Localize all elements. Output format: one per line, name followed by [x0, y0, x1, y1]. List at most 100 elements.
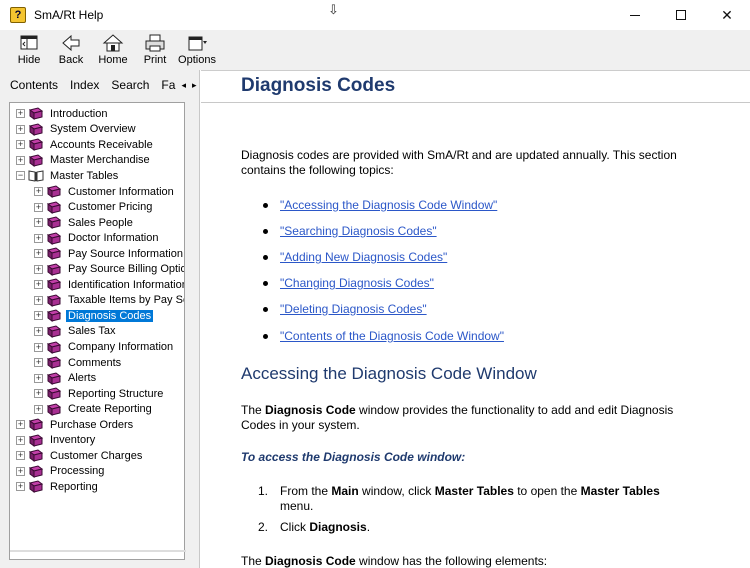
tree-item[interactable]: + Processing — [16, 464, 106, 480]
close-button[interactable]: ✕ — [704, 0, 750, 30]
expand-icon[interactable]: + — [34, 187, 43, 196]
tab-scroll-arrows[interactable]: ◂▸ — [181, 80, 202, 91]
tree-item-label[interactable]: Taxable Items by Pay Sc — [66, 294, 184, 306]
tree-item[interactable]: + Alerts — [34, 370, 98, 386]
expand-icon[interactable]: + — [16, 140, 25, 150]
tree-item[interactable]: + Pay Source Information — [34, 246, 184, 262]
tree-item[interactable]: + Reporting Structure — [34, 386, 165, 402]
tree-item[interactable]: + Diagnosis Codes — [34, 308, 154, 324]
tree-item-label[interactable]: Comments — [66, 357, 123, 369]
expand-icon[interactable]: + — [34, 295, 43, 305]
tree-item-label[interactable]: Inventory — [48, 434, 97, 446]
tree-item[interactable]: + System Overview — [16, 122, 138, 138]
hide-button[interactable]: Hide — [8, 30, 50, 68]
tree-item-label[interactable]: Alerts — [66, 372, 98, 384]
tree-item-label[interactable]: Introduction — [48, 108, 109, 120]
tree-item-label[interactable]: Sales Tax — [66, 325, 118, 337]
tree-item-label[interactable]: Reporting Structure — [66, 388, 165, 400]
expand-icon[interactable]: + — [34, 202, 43, 212]
tree-item-label[interactable]: Customer Pricing — [66, 201, 154, 213]
tab-index[interactable]: Index — [70, 78, 99, 92]
bullet-icon — [263, 255, 271, 263]
tree-item-label[interactable]: Pay Source Information — [66, 248, 184, 260]
expand-icon[interactable]: + — [16, 420, 25, 430]
tab-favorites[interactable]: Fa — [161, 78, 175, 92]
tree-item-label[interactable]: Purchase Orders — [48, 419, 135, 431]
link-accessing[interactable]: "Accessing the Diagnosis Code Window" — [280, 198, 497, 212]
minimize-button[interactable] — [612, 0, 658, 30]
tree-item[interactable]: + Accounts Receivable — [16, 137, 155, 153]
expand-icon[interactable]: + — [34, 280, 43, 290]
expand-icon[interactable]: + — [16, 466, 25, 476]
expand-icon[interactable]: + — [34, 342, 43, 352]
link-contents[interactable]: "Contents of the Diagnosis Code Window" — [280, 329, 504, 343]
tree-item-label[interactable]: Processing — [48, 465, 106, 477]
expand-icon[interactable]: + — [16, 482, 25, 492]
tree-item-label[interactable]: Create Reporting — [66, 403, 154, 415]
tree-item-label[interactable]: System Overview — [48, 123, 138, 135]
expand-icon[interactable]: + — [34, 358, 43, 368]
expand-icon[interactable]: + — [34, 404, 43, 414]
expand-icon[interactable]: + — [34, 264, 43, 274]
expand-icon[interactable]: + — [16, 435, 25, 445]
maximize-button[interactable] — [658, 0, 704, 30]
expand-icon[interactable]: + — [34, 326, 43, 336]
expand-icon[interactable]: + — [34, 233, 43, 243]
tree-item-label[interactable]: Identification Information — [66, 279, 184, 291]
tree-item[interactable]: + Introduction — [16, 106, 109, 122]
printer-icon — [145, 34, 165, 52]
expand-icon[interactable]: + — [16, 451, 25, 461]
tree-item[interactable]: + Comments — [34, 355, 123, 371]
tab-search[interactable]: Search — [111, 78, 149, 92]
expand-icon[interactable]: + — [34, 311, 43, 321]
tree-item[interactable]: + Customer Information — [34, 184, 176, 200]
tree-item-label[interactable]: Doctor Information — [66, 232, 160, 244]
print-label: Print — [143, 54, 167, 66]
link-adding[interactable]: "Adding New Diagnosis Codes" — [280, 250, 447, 264]
tree-item-label[interactable]: Reporting — [48, 481, 100, 493]
tree-item[interactable]: + Company Information — [34, 339, 175, 355]
tree-item[interactable]: + Inventory — [16, 433, 97, 449]
tree-horizontal-scrollbar[interactable] — [10, 550, 186, 552]
tree-item[interactable]: + Sales People — [34, 215, 135, 231]
tree-item[interactable]: + Purchase Orders — [16, 417, 135, 433]
tree-item[interactable]: + Taxable Items by Pay Sc — [34, 293, 184, 309]
tree-item-label[interactable]: Master Tables — [48, 170, 120, 182]
link-deleting[interactable]: "Deleting Diagnosis Codes" — [280, 302, 427, 316]
expand-icon[interactable]: + — [34, 373, 43, 383]
tree-item[interactable]: + Sales Tax — [34, 324, 118, 340]
link-changing[interactable]: "Changing Diagnosis Codes" — [280, 276, 434, 290]
tree-item-label[interactable]: Company Information — [66, 341, 175, 353]
tab-contents[interactable]: Contents — [10, 78, 58, 92]
tree-item[interactable]: + Master Merchandise — [16, 153, 152, 169]
print-button[interactable]: Print — [134, 30, 176, 68]
tree-item[interactable]: + Doctor Information — [34, 230, 160, 246]
tree-item-label[interactable]: Pay Source Billing Optio — [66, 263, 184, 275]
expand-icon[interactable]: + — [34, 218, 43, 228]
tree-item[interactable]: + Create Reporting — [34, 401, 154, 417]
tree-item[interactable]: + Customer Pricing — [34, 199, 154, 215]
tree-item-label[interactable]: Customer Information — [66, 186, 176, 198]
tree-item-label[interactable]: Sales People — [66, 217, 135, 229]
expand-icon[interactable]: + — [34, 389, 43, 399]
book-icon — [28, 154, 44, 167]
tree-item[interactable]: + Reporting — [16, 479, 100, 495]
collapse-icon[interactable]: − — [16, 171, 25, 181]
link-searching[interactable]: "Searching Diagnosis Codes" — [280, 224, 437, 238]
chevron-left-icon[interactable]: ◂ — [181, 80, 192, 90]
tree-item-label[interactable]: Diagnosis Codes — [66, 309, 154, 322]
expand-icon[interactable]: + — [16, 124, 25, 134]
tree-item[interactable]: + Customer Charges — [16, 448, 144, 464]
home-button[interactable]: Home — [92, 30, 134, 68]
tree-item[interactable]: + Identification Information — [34, 277, 184, 293]
tree-item[interactable]: − Master Tables — [16, 168, 120, 184]
expand-icon[interactable]: + — [16, 109, 25, 119]
tree-item-label[interactable]: Customer Charges — [48, 450, 144, 462]
options-button[interactable]: Options — [176, 30, 218, 68]
expand-icon[interactable]: + — [34, 249, 43, 259]
tree-item[interactable]: + Pay Source Billing Optio — [34, 262, 184, 278]
expand-icon[interactable]: + — [16, 155, 25, 165]
back-button[interactable]: Back — [50, 30, 92, 68]
tree-item-label[interactable]: Accounts Receivable — [48, 139, 155, 151]
tree-item-label[interactable]: Master Merchandise — [48, 154, 152, 166]
